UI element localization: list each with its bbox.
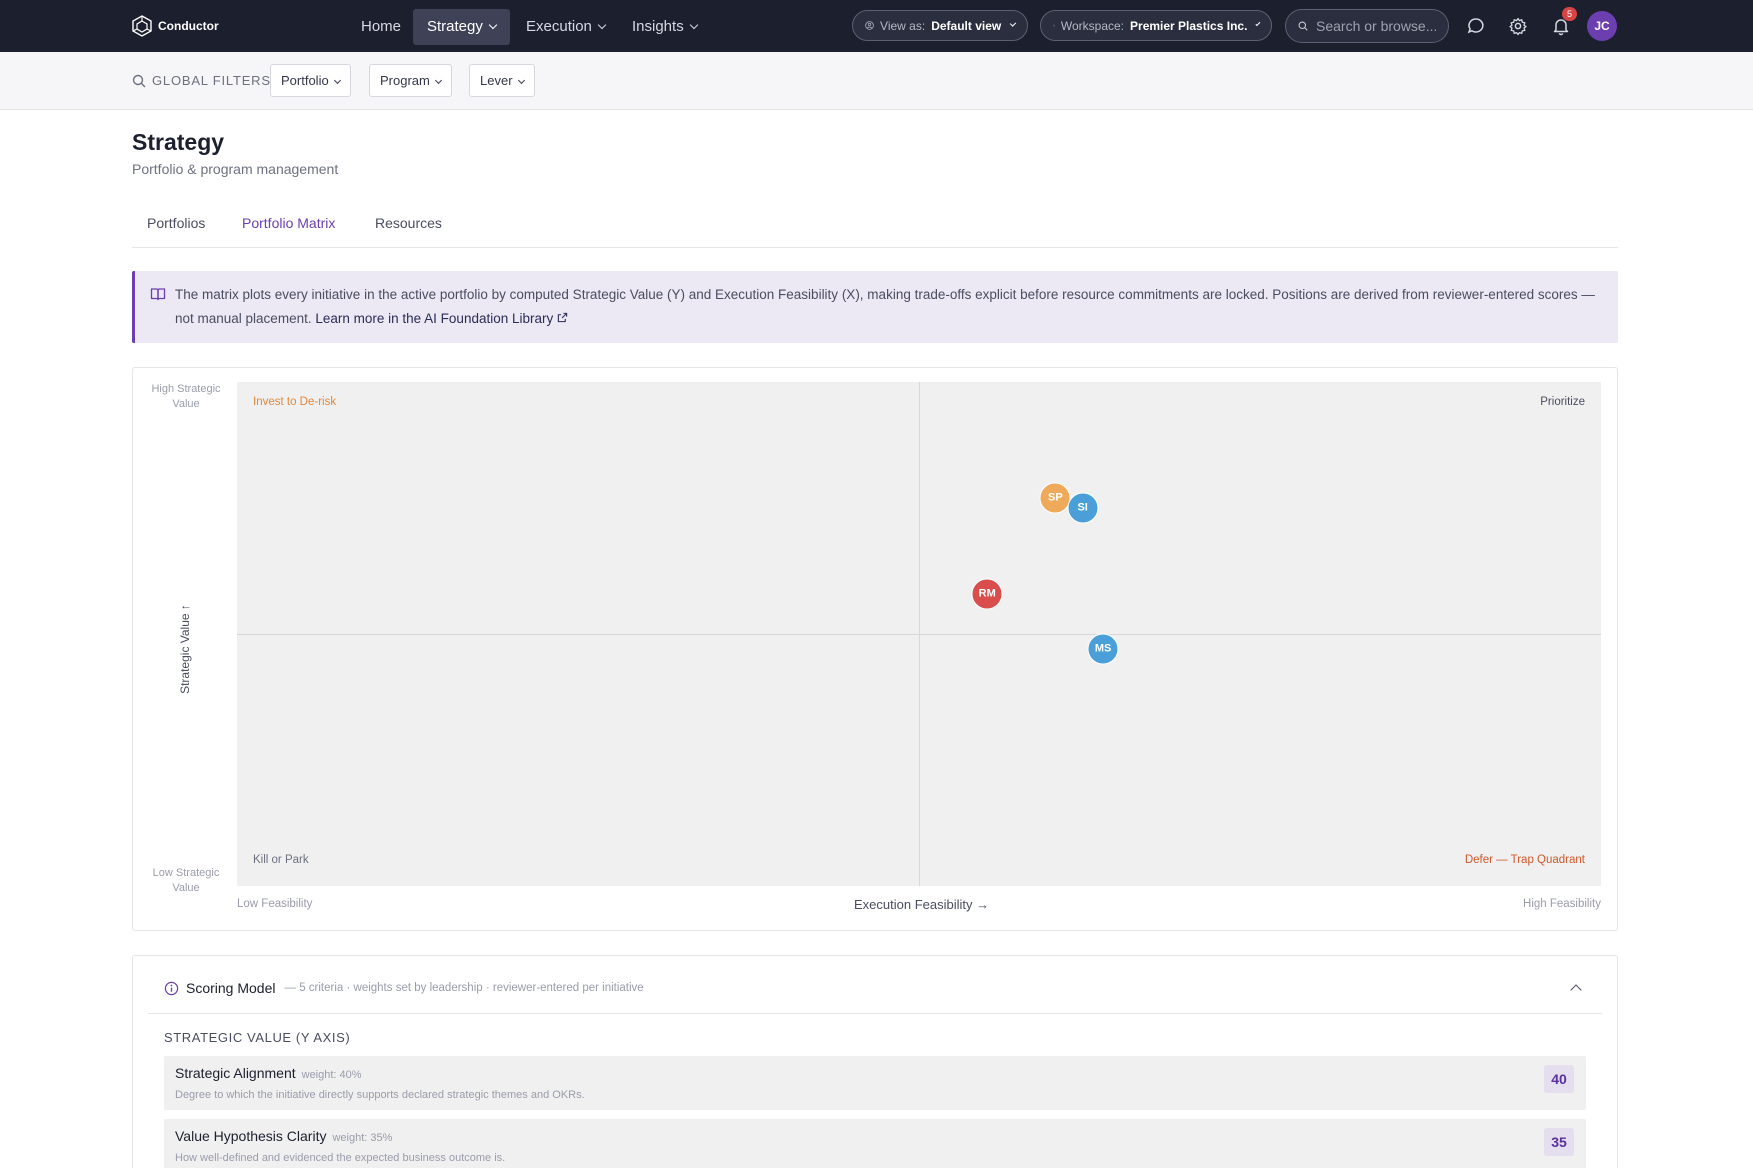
- vertical-divider: [919, 382, 920, 886]
- scoring-model-title: Scoring Model: [186, 980, 276, 996]
- learn-more-link-label: Learn more in the AI Foundation Library: [315, 311, 554, 326]
- criterion-score: 35: [1544, 1128, 1574, 1156]
- nav-insights-label: Insights: [632, 18, 684, 35]
- chat-icon[interactable]: [1466, 16, 1486, 36]
- nav-home-label: Home: [361, 18, 402, 35]
- global-filter-bar: GLOBAL FILTERS Portfolio Program Lever: [0, 52, 1753, 110]
- section-title-strategic-value: STRATEGIC VALUE (Y AXIS): [164, 1030, 351, 1045]
- view-as-value: Default view: [931, 18, 1002, 33]
- tab-bar: Portfolios Portfolio Matrix Resources: [132, 210, 1618, 248]
- book-icon: [150, 288, 166, 301]
- search-icon: [132, 74, 146, 87]
- workspace-label: Workspace:: [1060, 18, 1125, 33]
- scoring-model-divider: [148, 1013, 1602, 1014]
- quadrant-label-kill: Kill or Park: [253, 854, 309, 866]
- user-avatar[interactable]: JC: [1587, 11, 1617, 41]
- conductor-logo-icon: [132, 15, 152, 37]
- criterion-name-line: Value Hypothesis Clarity weight: 35%: [175, 1128, 392, 1144]
- initiative-marker-ms[interactable]: MS: [1087, 633, 1119, 665]
- lever-filter[interactable]: Lever: [469, 64, 535, 97]
- external-link-icon: [557, 312, 568, 323]
- chevron-down-icon: [517, 76, 525, 85]
- program-filter-label: Program: [380, 73, 430, 88]
- nav-strategy-label: Strategy: [427, 18, 483, 35]
- criterion-row: Value Hypothesis Clarity weight: 35% How …: [164, 1119, 1586, 1168]
- criterion-description: How well-defined and evidenced the expec…: [175, 1152, 506, 1164]
- chevron-down-icon: [1255, 21, 1261, 26]
- x-low-label: Low Feasibility: [237, 898, 313, 910]
- scoring-model-meta: — 5 criteria · weights set by leadership…: [284, 982, 644, 994]
- x-high-label: High Feasibility: [1523, 898, 1601, 910]
- nav-strategy[interactable]: Strategy: [413, 9, 510, 45]
- info-icon: [164, 981, 179, 995]
- scoring-model-header[interactable]: Scoring Model — 5 criteria · weights set…: [164, 980, 644, 996]
- search-icon: [1298, 21, 1308, 31]
- criterion-name: Value Hypothesis Clarity: [175, 1128, 327, 1144]
- criterion-score: 40: [1544, 1065, 1574, 1093]
- notification-badge: 5: [1562, 7, 1577, 21]
- brand-logo[interactable]: Conductor: [132, 15, 219, 37]
- chevron-down-icon: [689, 20, 698, 30]
- global-search[interactable]: [1285, 9, 1449, 43]
- quadrant-label-prioritize: Prioritize: [1540, 396, 1585, 408]
- y-low-label: Low Strategic Value: [152, 867, 220, 894]
- x-axis-title: Execution Feasibility →: [854, 897, 990, 912]
- building-icon: [1053, 24, 1055, 27]
- quadrant-label-invest: Invest to De-risk: [253, 396, 337, 408]
- tab-portfolio-matrix[interactable]: Portfolio Matrix: [227, 215, 350, 231]
- y-high-label: High Strategic Value: [151, 383, 221, 410]
- view-as-label: View as:: [880, 18, 926, 33]
- top-nav: Conductor Home Strategy Execution Insigh…: [0, 0, 1753, 52]
- criterion-name: Strategic Alignment: [175, 1065, 296, 1081]
- banner-text-block: The matrix plots every initiative in the…: [175, 283, 1600, 331]
- page-subtitle: Portfolio & program management: [132, 161, 339, 177]
- criterion-name-line: Strategic Alignment weight: 40%: [175, 1065, 362, 1081]
- learn-more-link[interactable]: Learn more in the AI Foundation Library: [315, 311, 568, 326]
- chevron-down-icon: [1010, 20, 1017, 27]
- workspace-value: Premier Plastics Inc.: [1130, 18, 1248, 33]
- global-filters-label: GLOBAL FILTERS: [152, 73, 271, 88]
- chevron-down-icon: [488, 20, 498, 30]
- tab-resources[interactable]: Resources: [360, 215, 457, 231]
- criterion-weight: weight: 35%: [332, 1132, 393, 1144]
- global-filters-heading: GLOBAL FILTERS: [132, 73, 271, 88]
- portfolio-filter-label: Portfolio: [281, 73, 329, 88]
- nav-home[interactable]: Home: [347, 9, 415, 45]
- workspace-selector[interactable]: Workspace: Premier Plastics Inc.: [1040, 10, 1272, 41]
- nav-execution-label: Execution: [526, 18, 592, 35]
- criterion-description: Degree to which the initiative directly …: [175, 1089, 585, 1101]
- matrix-plot-area: Invest to De-risk Prioritize Kill or Par…: [237, 382, 1601, 886]
- initiative-marker-rm[interactable]: RM: [971, 578, 1003, 610]
- nav-execution[interactable]: Execution: [512, 9, 619, 45]
- view-as-selector[interactable]: View as: Default view: [852, 10, 1028, 41]
- brand-name: Conductor: [158, 19, 219, 33]
- quadrant-label-defer: Defer — Trap Quadrant: [1464, 854, 1585, 866]
- tab-portfolios[interactable]: Portfolios: [132, 215, 220, 231]
- criterion-row: Strategic Alignment weight: 40% Degree to…: [164, 1056, 1586, 1110]
- program-filter[interactable]: Program: [369, 64, 452, 97]
- search-input[interactable]: [1316, 18, 1436, 34]
- chevron-down-icon: [434, 76, 442, 85]
- gear-icon[interactable]: [1508, 16, 1528, 36]
- initiative-marker-si[interactable]: SI: [1067, 492, 1099, 524]
- portfolio-filter[interactable]: Portfolio: [270, 64, 351, 97]
- info-banner: The matrix plots every initiative in the…: [132, 271, 1618, 343]
- nav-insights[interactable]: Insights: [618, 9, 711, 45]
- chevron-down-icon: [333, 76, 341, 85]
- chevron-down-icon: [597, 20, 607, 30]
- criterion-weight: weight: 40%: [301, 1069, 362, 1081]
- page-title: Strategy: [132, 129, 225, 155]
- lever-filter-label: Lever: [480, 73, 513, 88]
- user-circle-icon: [865, 21, 874, 30]
- y-axis-title: Strategic Value ↑: [178, 604, 192, 694]
